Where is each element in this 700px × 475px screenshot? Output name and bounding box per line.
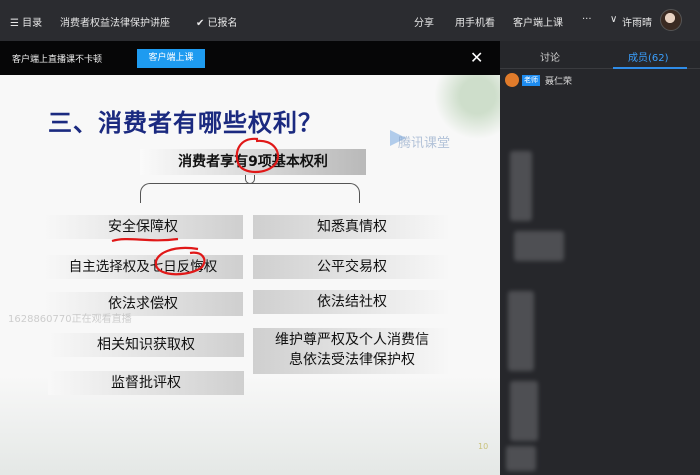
user-name[interactable]: 许雨晴 [622, 14, 652, 29]
right-item-knowledge: 相关知识获取权 [48, 333, 244, 357]
tab-discuss[interactable]: 讨论 [540, 49, 560, 64]
tab-members[interactable]: 成员(62) [628, 49, 669, 64]
right-item-dignity: 维护尊严权及个人消费信 息依法受法律保护权 [253, 328, 451, 374]
member-teacher[interactable]: 老师 聂仁荣 [505, 73, 695, 89]
right-item-dignity-line1: 维护尊严权及个人消费信 [275, 332, 429, 348]
client-class-button[interactable]: 客户端上课 [513, 14, 563, 29]
right-item-association: 依法结社权 [253, 290, 451, 314]
share-button[interactable]: 分享 [414, 14, 434, 29]
banner-text: 客户端上直播课不卡顿 [12, 55, 103, 65]
close-icon[interactable]: ✕ [470, 48, 483, 67]
annotation-circle-9 [235, 137, 280, 174]
right-item-dignity-line2: 息依法受法律保护权 [289, 352, 415, 368]
viewer-watermark: 1628860770正在观看直播 [8, 314, 132, 325]
blurred-member-list [510, 381, 538, 441]
presentation-slide: 腾讯课堂 三、消费者有哪些权利？ 消费者享有9项基本权利 安全保障权 自主选择权… [0, 75, 500, 475]
right-item-information: 知悉真情权 [253, 215, 451, 239]
brand-watermark: 腾讯课堂 [398, 136, 451, 151]
catalog-button[interactable]: ☰ 目录 [10, 14, 42, 29]
right-item-choice: 自主选择权及七日反悔权 [43, 255, 243, 279]
teacher-badge: 老师 [522, 75, 540, 86]
blurred-member-list [510, 151, 532, 221]
annotation-circle-seven-days [154, 246, 206, 276]
brace-divider [140, 183, 360, 203]
more-button[interactable]: ··· [582, 14, 592, 25]
course-title: 消费者权益法律保护讲座 [60, 18, 170, 29]
active-tab-indicator [613, 67, 687, 69]
blurred-member-list [508, 291, 534, 371]
client-promo-banner: 客户端上直播课不卡顿 客户端上课 ✕ [0, 41, 500, 75]
slide-page-number: 10 [478, 442, 489, 451]
panel-tabs: 讨论 成员(62) [500, 41, 700, 69]
side-panel: 讨论 成员(62) 老师 聂仁荣 [500, 41, 700, 475]
client-class-banner-button[interactable]: 客户端上课 [137, 49, 205, 68]
mobile-watch-button[interactable]: 用手机看 [455, 14, 495, 29]
enrolled-status: ✔ 已报名 [196, 18, 238, 29]
right-item-supervision: 监督批评权 [48, 371, 244, 395]
top-bar: ☰ 目录 消费者权益法律保护讲座 ✔ 已报名 分享 用手机看 客户端上课 ···… [0, 0, 700, 41]
right-item-fair-trade: 公平交易权 [253, 255, 451, 279]
chevron-down-icon[interactable]: ∨ [610, 14, 617, 25]
live-video-area: 客户端上直播课不卡顿 客户端上课 ✕ 腾讯课堂 三、消费者有哪些权利？ 消费者享… [0, 41, 500, 475]
avatar [505, 73, 519, 87]
blurred-member-list [514, 231, 564, 261]
blurred-member-list [506, 446, 536, 471]
member-name: 聂仁荣 [545, 77, 573, 87]
avatar[interactable] [660, 9, 682, 31]
